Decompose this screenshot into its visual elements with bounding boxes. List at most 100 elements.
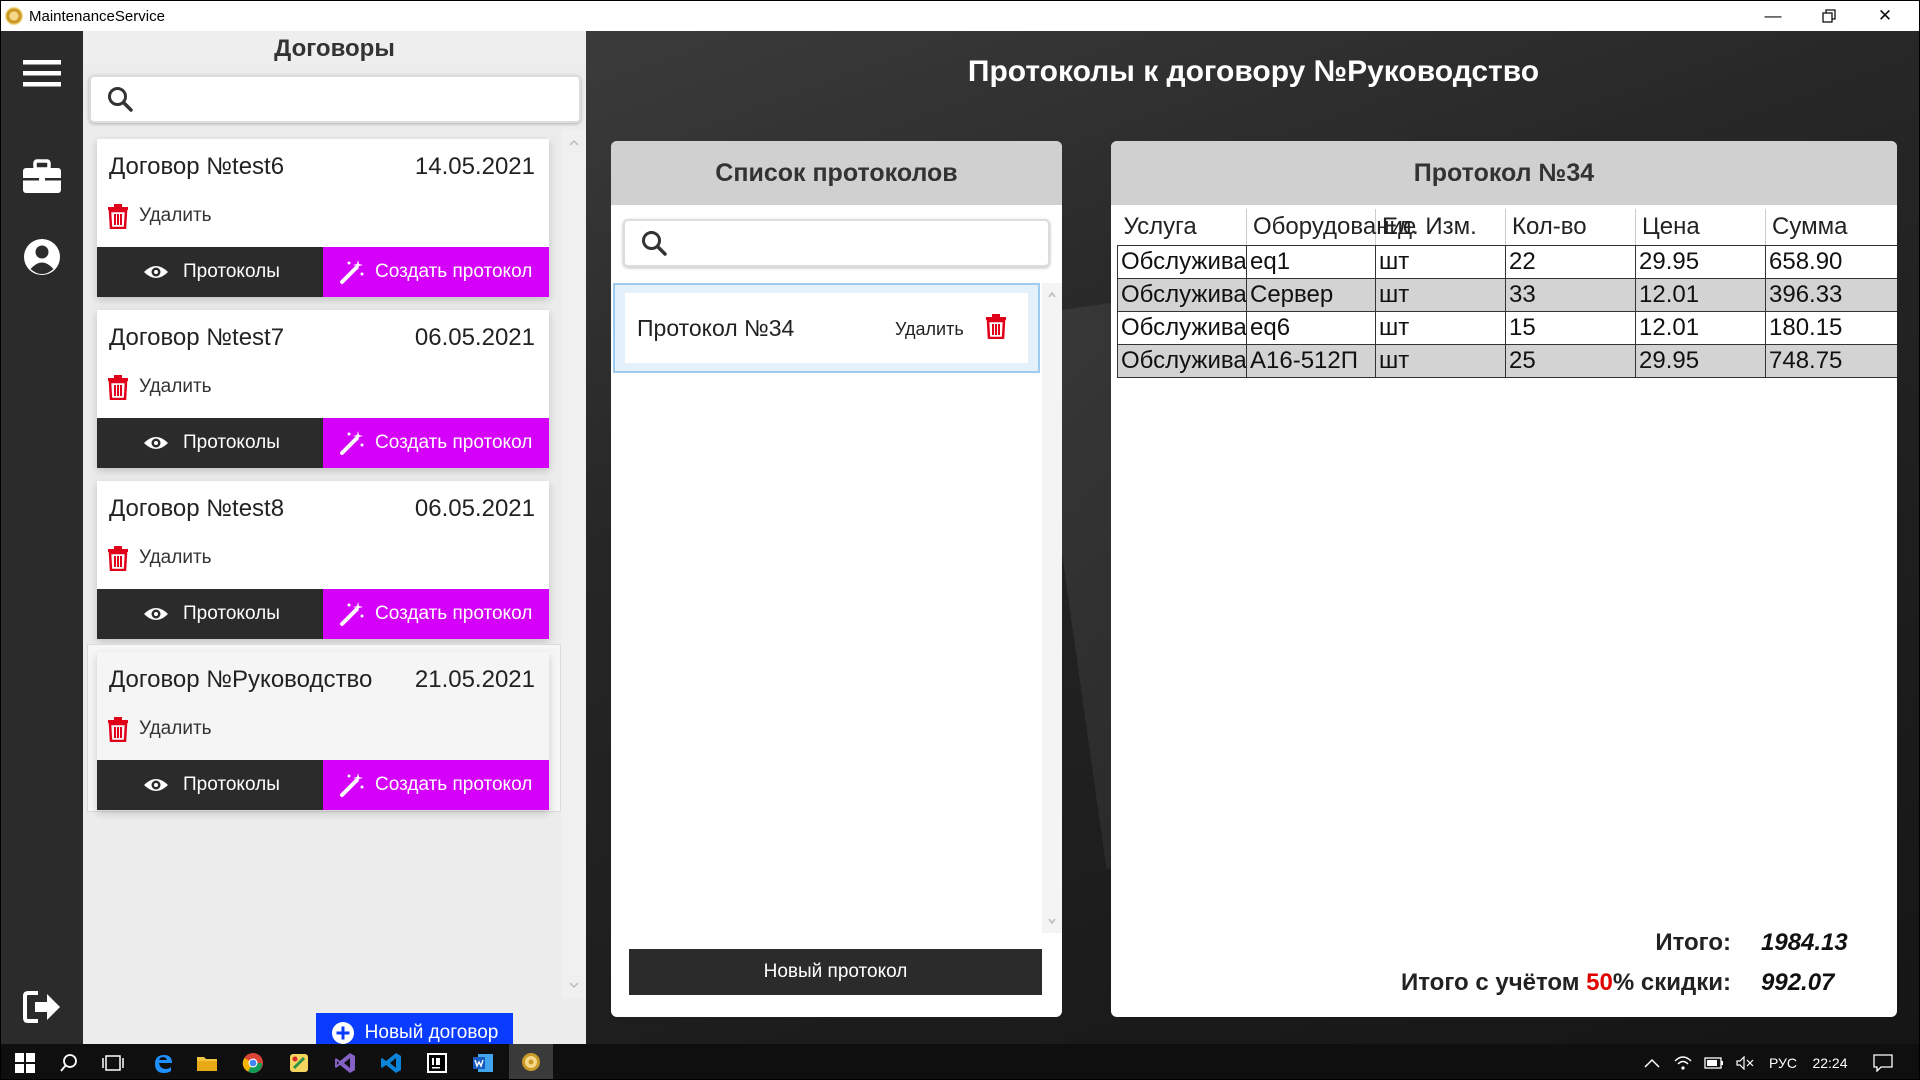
table-cell[interactable]: 12.01 — [1635, 310, 1766, 345]
contract-card[interactable]: Договор №test6 14.05.2021 Удалить Проток… — [97, 139, 549, 297]
table-row[interactable]: Обслуживание eq1 шт 22 29.95 658.90 — [1117, 244, 1897, 279]
protocols-search-input[interactable] — [623, 219, 1050, 267]
protocols-scrollbar[interactable] — [1042, 283, 1062, 933]
protocol-list-item[interactable]: Протокол №34 Удалить — [613, 283, 1040, 373]
table-cell[interactable]: шт — [1375, 244, 1506, 279]
column-header[interactable]: Кол-во — [1505, 209, 1636, 246]
contract-card[interactable]: Договор №test7 06.05.2021 Удалить Проток… — [97, 310, 549, 468]
contract-card[interactable]: Договор №test8 06.05.2021 Удалить Проток… — [97, 481, 549, 639]
table-cell[interactable]: eq6 — [1246, 310, 1376, 345]
logout-icon[interactable] — [1, 979, 83, 1035]
table-cell[interactable]: 29.95 — [1635, 343, 1766, 378]
eye-icon — [144, 437, 168, 449]
contracts-scrollbar[interactable] — [561, 129, 587, 999]
delete-contract-button[interactable]: Удалить — [107, 545, 212, 571]
contract-card-selected[interactable]: Договор №Руководство 21.05.2021 Удалить … — [97, 652, 549, 810]
taskbar: РУС 22:24 — [1, 1044, 1919, 1079]
battery-icon[interactable] — [1701, 1044, 1727, 1079]
volume-muted-icon[interactable] — [1733, 1044, 1757, 1079]
contract-date: 14.05.2021 — [414, 153, 535, 180]
close-button[interactable]: ✕ — [1857, 1, 1913, 31]
app-icon-paint[interactable] — [279, 1044, 319, 1079]
table-cell[interactable]: 22 — [1505, 244, 1636, 279]
new-protocol-button[interactable]: Новый протокол — [629, 949, 1042, 995]
vscode-icon[interactable] — [371, 1044, 411, 1079]
table-cell[interactable]: 15 — [1505, 310, 1636, 345]
column-header[interactable]: Сумма — [1765, 209, 1897, 246]
word-icon[interactable] — [463, 1044, 503, 1079]
create-protocol-button[interactable]: Создать протокол — [323, 760, 549, 810]
table-cell[interactable]: 658.90 — [1765, 244, 1897, 279]
column-header[interactable]: Оборудование — [1246, 209, 1416, 246]
totals-section: Итого: 1984.13 Итого с учётом 50% скидки:… — [1111, 927, 1897, 1017]
briefcase-icon[interactable] — [1, 149, 83, 205]
file-explorer-icon[interactable] — [187, 1044, 227, 1079]
edge-browser-icon[interactable] — [143, 1044, 183, 1079]
restore-button[interactable] — [1801, 1, 1857, 31]
table-row[interactable]: Обслуживание А16-512П шт 25 29.95 748.75 — [1117, 343, 1897, 378]
column-header[interactable]: Ед. Изм. — [1375, 209, 1506, 246]
table-cell[interactable]: 12.01 — [1635, 277, 1766, 312]
table-cell[interactable]: Обслуживание — [1117, 343, 1247, 378]
chevron-up-icon[interactable] — [1641, 1044, 1663, 1079]
delete-label: Удалить — [139, 547, 212, 568]
delete-protocol-label[interactable]: Удалить — [895, 319, 964, 340]
minimize-button[interactable]: — — [1745, 1, 1801, 31]
contracts-search-input[interactable] — [89, 75, 581, 123]
contract-date: 06.05.2021 — [414, 495, 535, 522]
page-title: Протоколы к договору №Руководство — [967, 55, 1540, 88]
table-cell[interactable]: 748.75 — [1765, 343, 1897, 378]
protocols-label: Протоколы — [183, 432, 280, 453]
column-header[interactable]: Услуга — [1117, 209, 1247, 246]
maintenance-service-taskbar-icon[interactable] — [509, 1044, 553, 1079]
clock[interactable]: 22:24 — [1805, 1044, 1855, 1079]
table-cell[interactable]: 33 — [1505, 277, 1636, 312]
notifications-icon[interactable] — [1863, 1044, 1903, 1079]
table-cell[interactable]: 25 — [1505, 343, 1636, 378]
magic-wand-icon — [340, 431, 364, 455]
user-profile-icon[interactable] — [1, 229, 83, 285]
create-protocol-button[interactable]: Создать протокол — [323, 247, 549, 297]
protocols-button[interactable]: Протоколы — [97, 247, 323, 297]
total-value: 1984.13 — [1761, 929, 1848, 956]
windows-start-icon[interactable] — [5, 1044, 45, 1079]
table-cell[interactable]: Обслуживание — [1117, 244, 1247, 279]
title-bar: MaintenanceService — ✕ — [1, 1, 1919, 31]
table-cell[interactable]: Сервер — [1246, 277, 1376, 312]
column-header[interactable]: Цена — [1635, 209, 1766, 246]
table-row[interactable]: Обслуживание eq6 шт 15 12.01 180.15 — [1117, 310, 1897, 345]
protocols-button[interactable]: Протоколы — [97, 418, 323, 468]
task-view-icon[interactable] — [93, 1044, 133, 1079]
table-cell[interactable]: 396.33 — [1765, 277, 1897, 312]
delete-protocol-button[interactable] — [985, 313, 1007, 344]
table-cell[interactable]: 180.15 — [1765, 310, 1897, 345]
magic-wand-icon — [340, 260, 364, 284]
table-cell[interactable]: А16-512П — [1246, 343, 1376, 378]
eye-icon — [144, 779, 168, 791]
app-icon — [5, 7, 23, 25]
protocols-button[interactable]: Протоколы — [97, 760, 323, 810]
table-cell[interactable]: шт — [1375, 277, 1506, 312]
search-icon[interactable] — [49, 1044, 89, 1079]
table-cell[interactable]: Обслуживание — [1117, 310, 1247, 345]
contract-name: Договор №Руководство — [109, 666, 373, 693]
wifi-icon[interactable] — [1671, 1044, 1695, 1079]
delete-contract-button[interactable]: Удалить — [107, 374, 212, 400]
hamburger-menu-icon[interactable] — [1, 45, 83, 101]
table-cell[interactable]: 29.95 — [1635, 244, 1766, 279]
delete-contract-button[interactable]: Удалить — [107, 716, 212, 742]
table-cell[interactable]: eq1 — [1246, 244, 1376, 279]
delete-contract-button[interactable]: Удалить — [107, 203, 212, 229]
chrome-icon[interactable] — [233, 1044, 273, 1079]
visual-studio-icon[interactable] — [325, 1044, 365, 1079]
table-cell[interactable]: шт — [1375, 343, 1506, 378]
input-language-indicator[interactable]: РУС — [1763, 1044, 1803, 1079]
create-protocol-button[interactable]: Создать протокол — [323, 589, 549, 639]
create-protocol-button[interactable]: Создать протокол — [323, 418, 549, 468]
table-cell[interactable]: шт — [1375, 310, 1506, 345]
table-header-row: Услуга Оборудование Ед. Изм. Кол-во Цена… — [1117, 209, 1897, 246]
table-row[interactable]: Обслуживание Сервер шт 33 12.01 396.33 — [1117, 277, 1897, 312]
protocols-button[interactable]: Протоколы — [97, 589, 323, 639]
table-cell[interactable]: Обслуживание — [1117, 277, 1247, 312]
intellij-idea-icon[interactable] — [417, 1044, 457, 1079]
